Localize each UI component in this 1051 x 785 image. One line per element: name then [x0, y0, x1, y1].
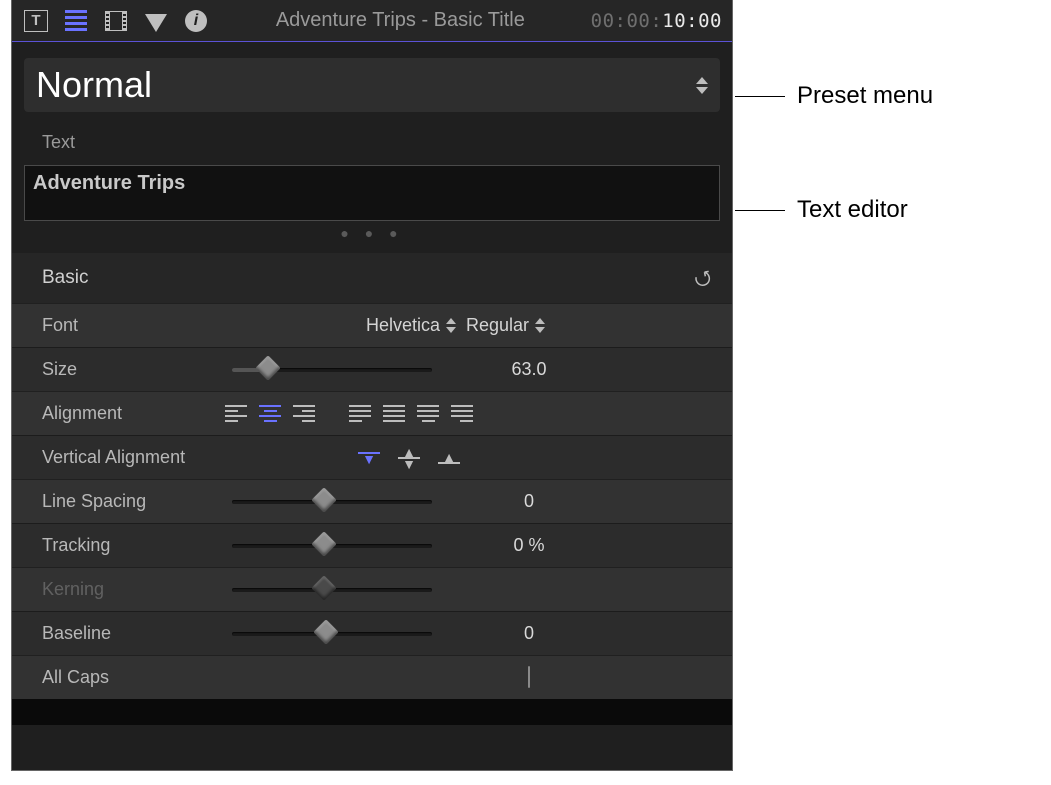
- timecode-bright: 10:00: [662, 10, 722, 32]
- valign-bottom-button[interactable]: ▲: [438, 452, 460, 464]
- alignment-label: Alignment: [42, 403, 225, 424]
- tab-color[interactable]: [142, 7, 170, 35]
- all-caps-checkbox[interactable]: [528, 666, 530, 688]
- tab-text[interactable]: T: [22, 7, 50, 35]
- tab-paragraph[interactable]: [62, 7, 90, 35]
- size-value[interactable]: 63.0: [464, 359, 594, 380]
- font-family-value: Helvetica: [366, 315, 440, 336]
- inspector-toolbar: T i Adventure Trips - Basic Title 00:00:…: [12, 0, 732, 42]
- kerning-label: Kerning: [42, 579, 232, 600]
- align-left-button[interactable]: [225, 405, 247, 422]
- font-style-menu[interactable]: Regular: [464, 313, 547, 338]
- baseline-slider[interactable]: [232, 621, 432, 647]
- row-font: Font Helvetica Regular: [12, 303, 732, 347]
- section-text-label: Text: [12, 126, 732, 165]
- section-basic-label: Basic: [42, 267, 88, 289]
- alignment-group-2: [349, 405, 473, 422]
- preset-menu[interactable]: Normal: [24, 58, 720, 112]
- chevron-updown-icon: [446, 318, 456, 333]
- justify-full-button[interactable]: [383, 405, 405, 422]
- reset-button[interactable]: [692, 268, 712, 288]
- text-icon: T: [24, 10, 48, 32]
- all-caps-label: All Caps: [42, 667, 232, 688]
- clip-title: Adventure Trips - Basic Title: [210, 9, 591, 32]
- size-label: Size: [42, 359, 232, 380]
- row-vertical-alignment: Vertical Alignment ▼ ▲▼ ▲: [12, 435, 732, 479]
- baseline-label: Baseline: [42, 623, 232, 644]
- panel-footer: [12, 699, 732, 725]
- tab-video[interactable]: [102, 7, 130, 35]
- tab-info[interactable]: i: [182, 7, 210, 35]
- align-center-button[interactable]: [259, 405, 281, 422]
- chevron-updown-icon: [696, 77, 708, 94]
- callout-preset-label: Preset menu: [797, 82, 933, 110]
- align-right-button[interactable]: [293, 405, 315, 422]
- resize-dots-icon[interactable]: ● ● ●: [12, 221, 732, 253]
- valign-label: Vertical Alignment: [42, 447, 232, 468]
- valign-top-button[interactable]: ▼: [358, 452, 380, 464]
- valign-middle-button[interactable]: ▲▼: [398, 447, 420, 469]
- tracking-slider[interactable]: [232, 533, 432, 559]
- timecode-dim: 00:00:: [591, 10, 663, 32]
- row-baseline: Baseline 0: [12, 611, 732, 655]
- callout-editor-label: Text editor: [797, 196, 908, 224]
- justify-right-button[interactable]: [451, 405, 473, 422]
- line-spacing-slider[interactable]: [232, 489, 432, 515]
- line-spacing-label: Line Spacing: [42, 491, 232, 512]
- section-basic-header: Basic: [12, 253, 732, 303]
- font-style-value: Regular: [466, 315, 529, 336]
- row-kerning: Kerning: [12, 567, 732, 611]
- callout-editor: Text editor: [735, 196, 908, 224]
- alignment-group-1: [225, 405, 315, 422]
- line-spacing-value[interactable]: 0: [464, 491, 594, 512]
- tracking-label: Tracking: [42, 535, 232, 556]
- paragraph-icon: [65, 10, 87, 31]
- triangle-icon: [145, 14, 167, 32]
- info-icon: i: [185, 10, 207, 32]
- row-size: Size 63.0: [12, 347, 732, 391]
- justify-left-button[interactable]: [349, 405, 371, 422]
- row-all-caps: All Caps: [12, 655, 732, 699]
- size-slider[interactable]: [232, 357, 432, 383]
- inspector-tabs: T i: [22, 7, 210, 35]
- text-inspector-panel: T i Adventure Trips - Basic Title 00:00:…: [12, 0, 732, 770]
- tracking-value[interactable]: 0 %: [464, 535, 594, 556]
- row-tracking: Tracking 0 %: [12, 523, 732, 567]
- baseline-value[interactable]: 0: [464, 623, 594, 644]
- row-line-spacing: Line Spacing 0: [12, 479, 732, 523]
- text-editor-value: Adventure Trips: [33, 172, 185, 194]
- preset-label: Normal: [36, 64, 152, 106]
- undo-arrow-icon: [692, 268, 712, 288]
- callout-preset: Preset menu: [735, 82, 933, 110]
- kerning-slider: [232, 577, 432, 603]
- clip-timecode: 00:00:10:00: [591, 10, 722, 32]
- justify-center-button[interactable]: [417, 405, 439, 422]
- chevron-updown-icon: [535, 318, 545, 333]
- font-label: Font: [42, 315, 232, 336]
- text-editor[interactable]: Adventure Trips: [24, 165, 720, 221]
- filmstrip-icon: [105, 11, 127, 31]
- row-alignment: Alignment: [12, 391, 732, 435]
- font-family-menu[interactable]: Helvetica: [364, 313, 458, 338]
